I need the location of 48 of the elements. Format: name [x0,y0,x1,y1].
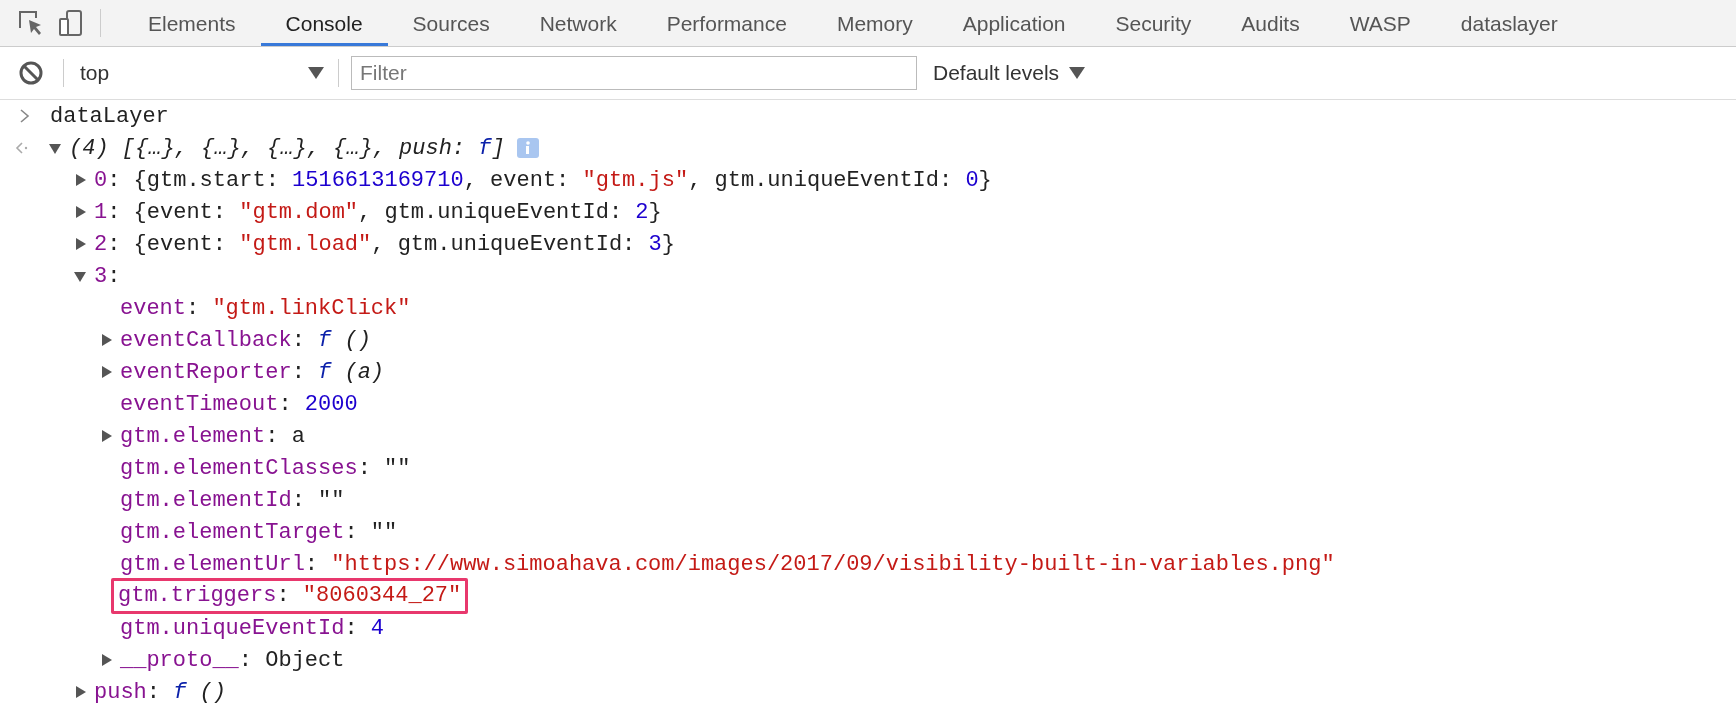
expand-arrow-icon[interactable] [99,653,113,667]
collapse-arrow-icon[interactable] [73,269,87,283]
panel-tab[interactable]: Security [1090,0,1217,46]
object-property: gtm.elementClasses: "" [119,455,412,481]
console-result: (4) [{…}, {…}, {…}, {…}, push: f] [68,135,506,161]
command-text: dataLayer [49,103,170,129]
panel-tab[interactable]: Application [937,0,1091,46]
object-property: push: f () [93,679,228,705]
object-property: gtm.elementUrl: "https://www.simoahava.com/images/2017/09/visibility-built-in-variables.png" [119,551,1336,577]
object-property: eventCallback: f () [119,327,372,353]
panel-tab[interactable]: WASP [1324,0,1436,46]
filter-field[interactable]: Filter [351,56,917,90]
object-property: gtm.element: a [119,423,306,449]
object-property: eventReporter: f (a) [119,359,386,385]
object-property: event: "gtm.linkClick" [119,295,412,321]
caret-icon [308,67,324,79]
object-property: 3: [93,263,122,289]
expand-arrow-icon[interactable] [73,685,87,699]
object-property: gtm.triggers: "8060344_27" [111,578,469,614]
caret-icon [1069,67,1086,79]
expand-arrow-icon[interactable] [99,333,113,347]
panel-tab[interactable]: Sources [387,0,515,46]
clear-console-icon[interactable] [18,60,44,86]
return-value-icon [14,142,28,154]
panel-tab[interactable]: Performance [641,0,812,46]
expand-arrow-icon[interactable] [99,365,113,379]
expand-arrow-icon[interactable] [73,173,87,187]
object-property: 1: {event: "gtm.dom", gtm.uniqueEventId: 2} [93,199,663,225]
prompt-chevron-icon [19,109,31,123]
expand-arrow-icon[interactable] [73,205,87,219]
context-label: top [80,61,111,85]
panel-tab[interactable]: Memory [811,0,938,46]
panel-tab[interactable]: Elements [123,0,261,46]
object-property: eventTimeout: 2000 [119,391,359,417]
object-property: 2: {event: "gtm.load", gtm.uniqueEventId: 3} [93,231,676,257]
panel-tab[interactable]: dataslayer [1435,0,1583,46]
object-property: 0: {gtm.start: 1516613169710, event: "gtm.js", gtm.uniqueEventId: 0} [93,167,993,193]
collapse-arrow-icon[interactable] [48,141,62,155]
object-property: gtm.elementTarget: "" [119,519,399,545]
expand-arrow-icon[interactable] [73,237,87,251]
panel-tab[interactable]: Network [514,0,642,46]
object-property: gtm.elementId: "" [119,487,346,513]
context-select[interactable]: top [64,61,338,85]
object-property: gtm.uniqueEventId: 4 [119,615,386,641]
expand-arrow-icon[interactable] [99,429,113,443]
object-property: __proto__: Object [119,647,346,673]
levels-dropdown[interactable]: Default levels [931,59,1088,87]
panel-tab[interactable]: Audits [1216,0,1325,46]
